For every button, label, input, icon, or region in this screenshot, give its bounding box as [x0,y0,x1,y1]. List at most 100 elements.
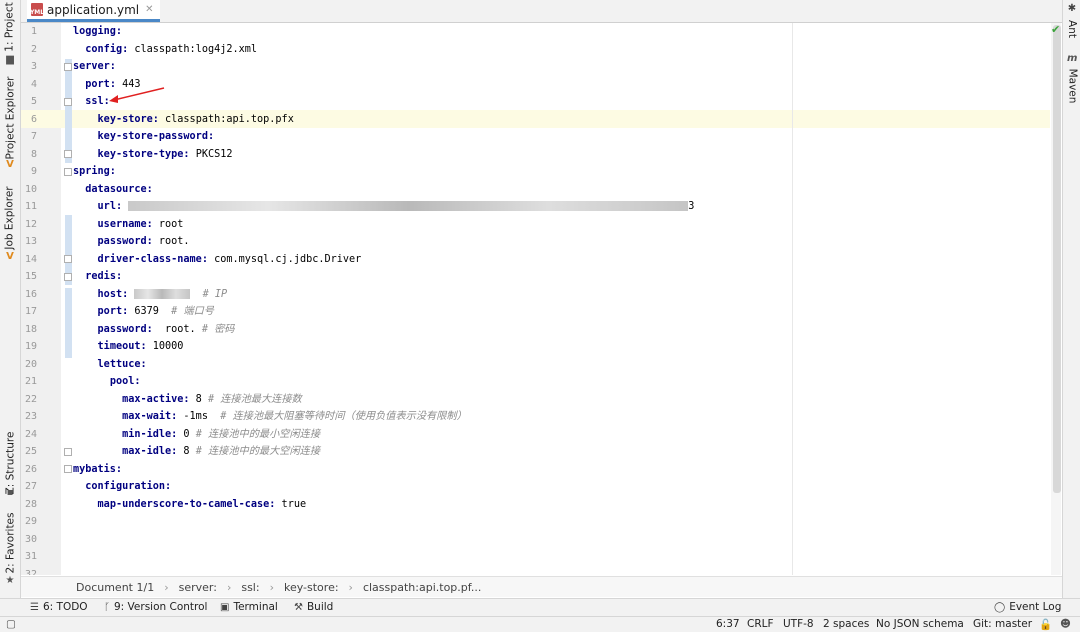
right-tool-strip: ✱ Ant m Maven [1062,0,1080,615]
line-number: 25 [24,446,37,457]
ant-icon: ✱ [1067,3,1077,14]
line-number: 27 [24,481,37,492]
terminal-tool-button[interactable]: ▣ Terminal [220,601,278,613]
tab-application-yml[interactable]: YML application.yml ✕ [27,0,160,22]
ant-tab[interactable]: Ant [1063,14,1080,44]
line-separator[interactable]: CRLF [747,618,774,630]
inspection-ok-icon[interactable]: ✔ [1051,23,1060,36]
line-number: 8 [30,148,37,160]
file-encoding[interactable]: UTF-8 [783,618,814,630]
project-explorer-tab[interactable]: Project Explorer [0,75,20,160]
structure-label: Z: Structure [4,431,17,495]
line-number: 18 [24,323,37,335]
breadcrumb-server[interactable]: server: [179,581,217,594]
job-explorer-logo-icon: V [6,251,14,262]
toggle-tool-windows-icon[interactable]: ▢ [6,618,16,630]
code-line-20: lettuce: [97,358,147,370]
code-line-5: ssl: [85,96,110,107]
event-log-tool-button[interactable]: ◯ Event Log [994,601,1061,613]
redacted-host [134,288,191,299]
inspector-icon[interactable]: ☻ [1060,618,1071,630]
line-number: 4 [30,78,37,90]
favorites-tab[interactable]: 2: Favorites [0,510,20,575]
hammer-icon: ⚒ [294,601,303,613]
editor-tab-bar: YML application.yml ✕ [21,0,1062,23]
version-control-icon: ᚴ [104,601,110,613]
json-schema[interactable]: No JSON schema [876,618,964,630]
job-explorer-label: Job Explorer [4,185,16,250]
redacted-url [128,201,689,211]
code-line-17: port: 6379 # 端口号 [97,306,214,317]
line-number: 19 [24,341,37,352]
line-number: 7 [30,131,37,142]
project-explorer-label: Project Explorer [4,76,17,159]
code-editor[interactable]: 1 2 3 4 5 6 7 8 9 10 11 12 13 14 15 16 17 18 19 20 21 22 23 24 2… [21,23,1062,575]
star-icon: ★ [5,575,15,586]
code-line-7: key-store-password: [97,131,215,142]
fold-marker[interactable] [64,98,72,106]
version-control-tool-button[interactable]: ᚴ 9: Version Control [104,601,207,613]
line-number: 10 [24,183,37,195]
line-number: 21 [24,376,37,387]
fold-marker[interactable] [64,255,72,263]
code-line-23: max-wait: -1ms # 连接池最大阻塞等待时间（使用负值表示没有限制） [122,411,467,422]
maven-icon: m [1067,53,1078,64]
project-tab[interactable]: 1: Project [0,2,20,52]
code-line-9: spring: [73,166,116,177]
code-line-21: pool: [109,376,141,387]
ant-label: Ant [1066,20,1078,38]
scrollbar-thumb[interactable] [1053,25,1061,493]
fold-marker[interactable] [64,168,72,176]
line-number: 26 [24,463,37,475]
explorer-logo-icon: V [6,159,14,170]
code-line-1: logging: [73,26,123,37]
code-line-3: server: [73,61,116,72]
code-line-2: config: classpath:log4j2.xml [85,43,258,55]
git-branch[interactable]: Git: master [973,618,1032,630]
todo-tool-button[interactable]: ☰ 6: TODO [30,601,88,613]
line-number: 3 [30,61,37,72]
breadcrumb-value[interactable]: classpath:api.top.pf... [363,581,481,594]
code-line-16: host: # IP [97,288,228,300]
maven-tab[interactable]: Maven [1063,66,1080,106]
chevron-right-icon: › [164,580,169,594]
line-number: 24 [24,428,37,440]
fold-marker[interactable] [64,448,72,456]
todo-icon: ☰ [30,601,39,613]
code-line-8: key-store-type: PKCS12 [97,148,233,160]
terminal-icon: ▣ [220,601,230,613]
maven-label: Maven [1066,68,1079,104]
fold-marker[interactable] [64,63,72,71]
close-tab-icon[interactable]: ✕ [145,4,153,15]
breadcrumb-ssl[interactable]: ssl: [241,581,259,594]
code-line-27: configuration: [85,481,172,492]
line-number: 11 [24,201,37,212]
folder-icon: ▆ [6,54,14,65]
code-line-28: map-underscore-to-camel-case: true [97,498,307,510]
line-number: 20 [24,358,37,370]
code-line-25: max-idle: 8 # 连接池中的最大空闲连接 [122,446,321,457]
code-line-6: key-store: classpath:api.top.pfx [97,113,294,125]
code-line-12: username: root [97,218,184,230]
change-marker [65,288,72,358]
fold-marker[interactable] [64,273,72,281]
left-tool-strip: 1: Project ▆ Project Explorer V Job Expl… [0,0,21,615]
line-number: 6 [30,113,37,125]
build-tool-button[interactable]: ⚒ Build [294,601,333,613]
code-line-13: password: root. [97,236,190,247]
status-bar: ▢ 6:37 CRLF UTF-8 2 spaces No JSON schem… [0,616,1080,632]
indent-setting[interactable]: 2 spaces [823,618,869,630]
fold-marker[interactable] [64,465,72,473]
structure-icon: ▪ [6,487,14,498]
line-number: 14 [24,253,37,265]
code-line-19: timeout: 10000 [97,341,184,352]
job-explorer-tab[interactable]: Job Explorer [0,185,20,250]
line-number: 16 [24,288,37,300]
lock-icon[interactable]: 🔓 [1039,618,1052,631]
yml-file-icon: YML [30,3,44,16]
breadcrumb-key-store[interactable]: key-store: [284,581,339,594]
breadcrumb-document[interactable]: Document 1/1 [76,581,154,594]
line-number: 17 [24,306,37,317]
caret-position[interactable]: 6:37 [716,618,740,630]
fold-marker[interactable] [64,150,72,158]
